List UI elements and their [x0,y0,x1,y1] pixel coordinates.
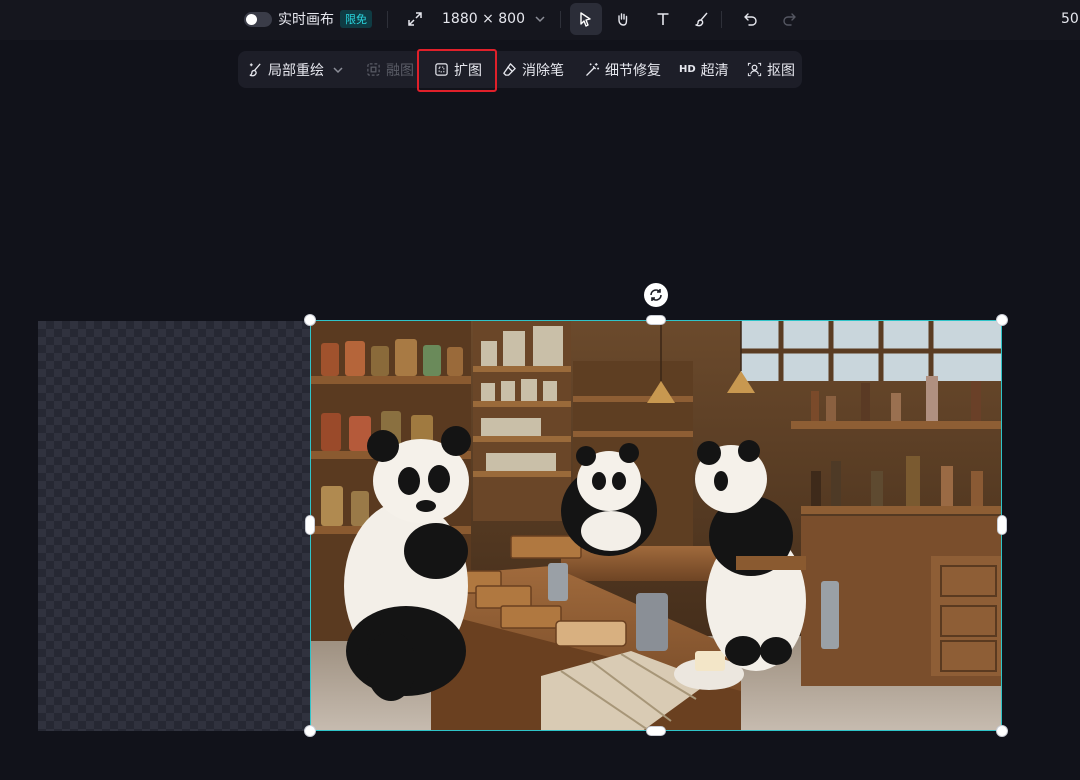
text-icon [657,13,669,25]
resize-handle-top-right[interactable] [996,314,1008,326]
blend-icon [367,63,380,76]
hand-icon [618,13,628,26]
undo-button[interactable] [735,3,767,35]
upscale-button[interactable]: HD 超清 [679,51,729,88]
blend-label: 融图 [386,62,414,79]
toggle-switch[interactable] [244,11,272,27]
hd-tag: HD [679,64,696,75]
resize-handle-top-left[interactable] [304,314,316,326]
resize-handle-bottom-right[interactable] [996,725,1008,737]
resize-handle-bottom-left[interactable] [304,725,316,737]
divider [560,11,561,28]
resize-handle-left[interactable] [305,515,315,535]
limited-free-badge: 限免 [340,10,372,28]
canvas-image[interactable] [310,320,1002,731]
canvas-size-dropdown[interactable]: 1880 × 800 [407,0,546,38]
top-bar: 实时画布 限免 1880 × 800 50 [0,0,1080,40]
detail-fix-label: 细节修复 [605,62,661,79]
pointer-icon [580,12,591,27]
eraser-icon [503,63,516,76]
divider [721,11,722,28]
divider [387,11,388,28]
rotate-icon [650,289,662,301]
expand-highlight-box [417,49,497,92]
panda-shop-illustration [311,321,1001,730]
image-toolbar: 局部重绘 融图 扩图 消除笔 细节修复 HD 超清 抠图 [238,51,802,88]
magic-wand-icon [586,62,600,76]
undo-icon [744,13,757,26]
resize-icon [408,12,422,26]
resize-handle-right[interactable] [997,515,1007,535]
eraser-button[interactable]: 消除笔 [502,51,564,88]
resize-handle-bottom[interactable] [646,726,666,736]
transparent-expand-area [38,321,310,731]
upscale-label: 超清 [700,62,729,79]
zoom-level[interactable]: 50 [1061,0,1079,38]
select-tool-button[interactable] [570,3,602,35]
cutout-button[interactable]: 抠图 [747,51,795,88]
redo-button[interactable] [773,3,805,35]
hand-tool-button[interactable] [607,3,639,35]
brush-icon [695,12,708,27]
inpaint-button[interactable]: 局部重绘 [248,51,349,88]
chevron-down-icon [333,66,343,73]
chevron-down-icon [535,16,545,23]
person-cutout-icon [747,62,762,77]
brush-tool-button[interactable] [686,3,718,35]
blend-button[interactable]: 融图 [366,51,414,88]
rotate-handle[interactable] [644,283,668,307]
redo-icon [783,13,796,26]
canvas-size-value: 1880 × 800 [442,11,525,27]
eraser-label: 消除笔 [522,62,564,79]
resize-handle-top[interactable] [646,315,666,325]
inpaint-brush-icon [249,63,261,77]
cutout-label: 抠图 [767,62,795,79]
text-tool-button[interactable] [647,3,679,35]
realtime-canvas-toggle[interactable]: 实时画布 限免 [244,0,372,38]
realtime-canvas-label: 实时画布 [278,12,334,28]
zoom-level-value: 50 [1061,11,1079,27]
detail-fix-button[interactable]: 细节修复 [585,51,661,88]
inpaint-label: 局部重绘 [268,62,324,79]
